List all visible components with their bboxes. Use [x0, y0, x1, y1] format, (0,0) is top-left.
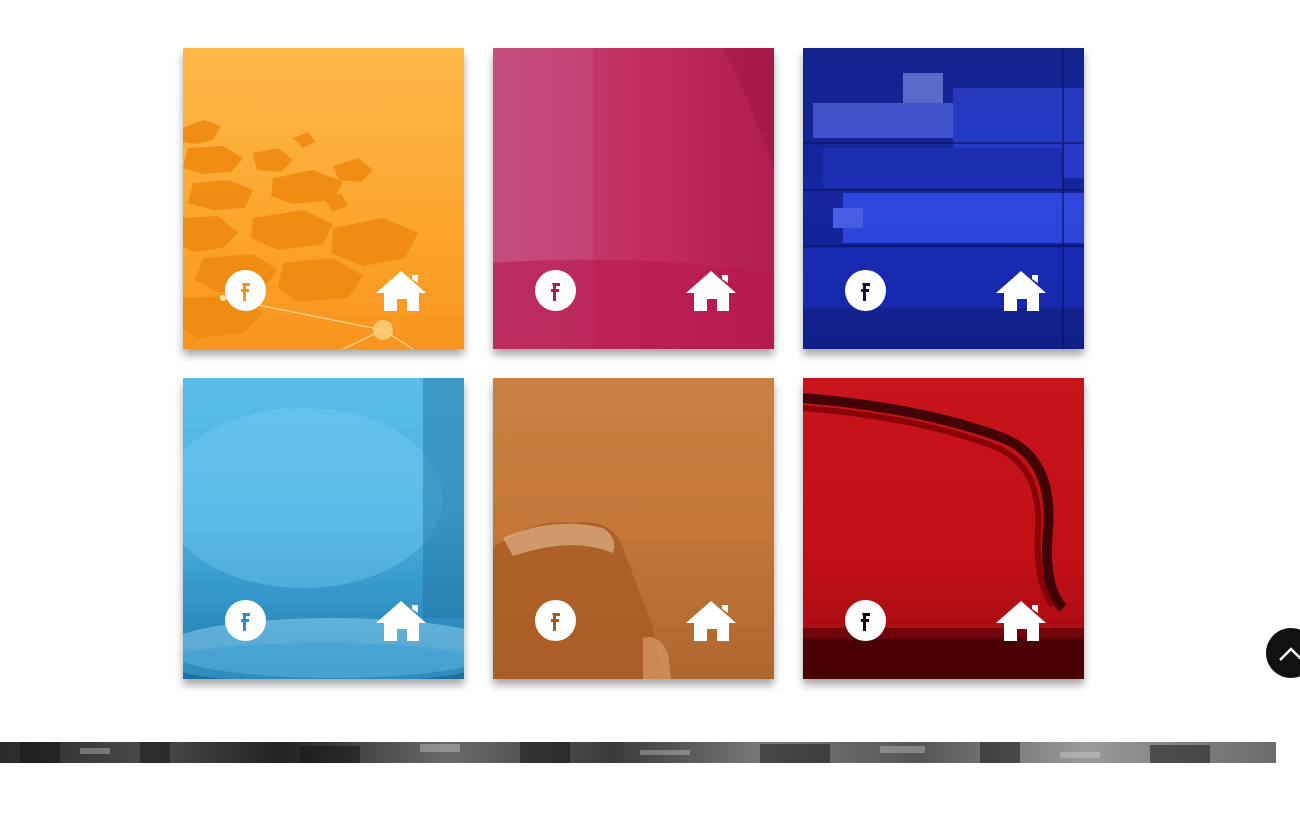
home-button[interactable] — [375, 269, 427, 312]
home-button[interactable] — [685, 269, 737, 312]
home-icon — [376, 601, 426, 641]
home-button[interactable] — [995, 269, 1047, 312]
facebook-icon — [551, 283, 560, 301]
facebook-share-button[interactable] — [225, 270, 266, 311]
facebook-share-button[interactable] — [535, 270, 576, 311]
facebook-share-button[interactable] — [535, 600, 576, 641]
home-icon — [996, 271, 1046, 311]
home-icon — [376, 271, 426, 311]
facebook-icon — [551, 613, 560, 631]
home-icon — [686, 271, 736, 311]
facebook-icon — [861, 283, 870, 301]
home-button[interactable] — [375, 599, 427, 642]
facebook-icon — [861, 613, 870, 631]
facebook-share-button[interactable] — [845, 270, 886, 311]
facebook-share-button[interactable] — [845, 600, 886, 641]
tile-magenta[interactable] — [493, 48, 774, 349]
tile-orange[interactable] — [183, 48, 464, 349]
home-icon — [686, 601, 736, 641]
footer-background-image — [20, 742, 1210, 763]
facebook-icon — [241, 613, 250, 631]
tile-brown[interactable] — [493, 378, 774, 679]
tile-light-blue[interactable] — [183, 378, 464, 679]
tile-blue[interactable] — [803, 48, 1084, 349]
facebook-icon — [241, 283, 250, 301]
home-button[interactable] — [685, 599, 737, 642]
home-button[interactable] — [995, 599, 1047, 642]
page — [0, 0, 1300, 813]
home-icon — [996, 601, 1046, 641]
footer-image-strip — [0, 742, 1276, 763]
facebook-share-button[interactable] — [225, 600, 266, 641]
chevron-up-icon — [1279, 647, 1300, 661]
back-to-top-button[interactable] — [1266, 628, 1300, 678]
tile-red[interactable] — [803, 378, 1084, 679]
